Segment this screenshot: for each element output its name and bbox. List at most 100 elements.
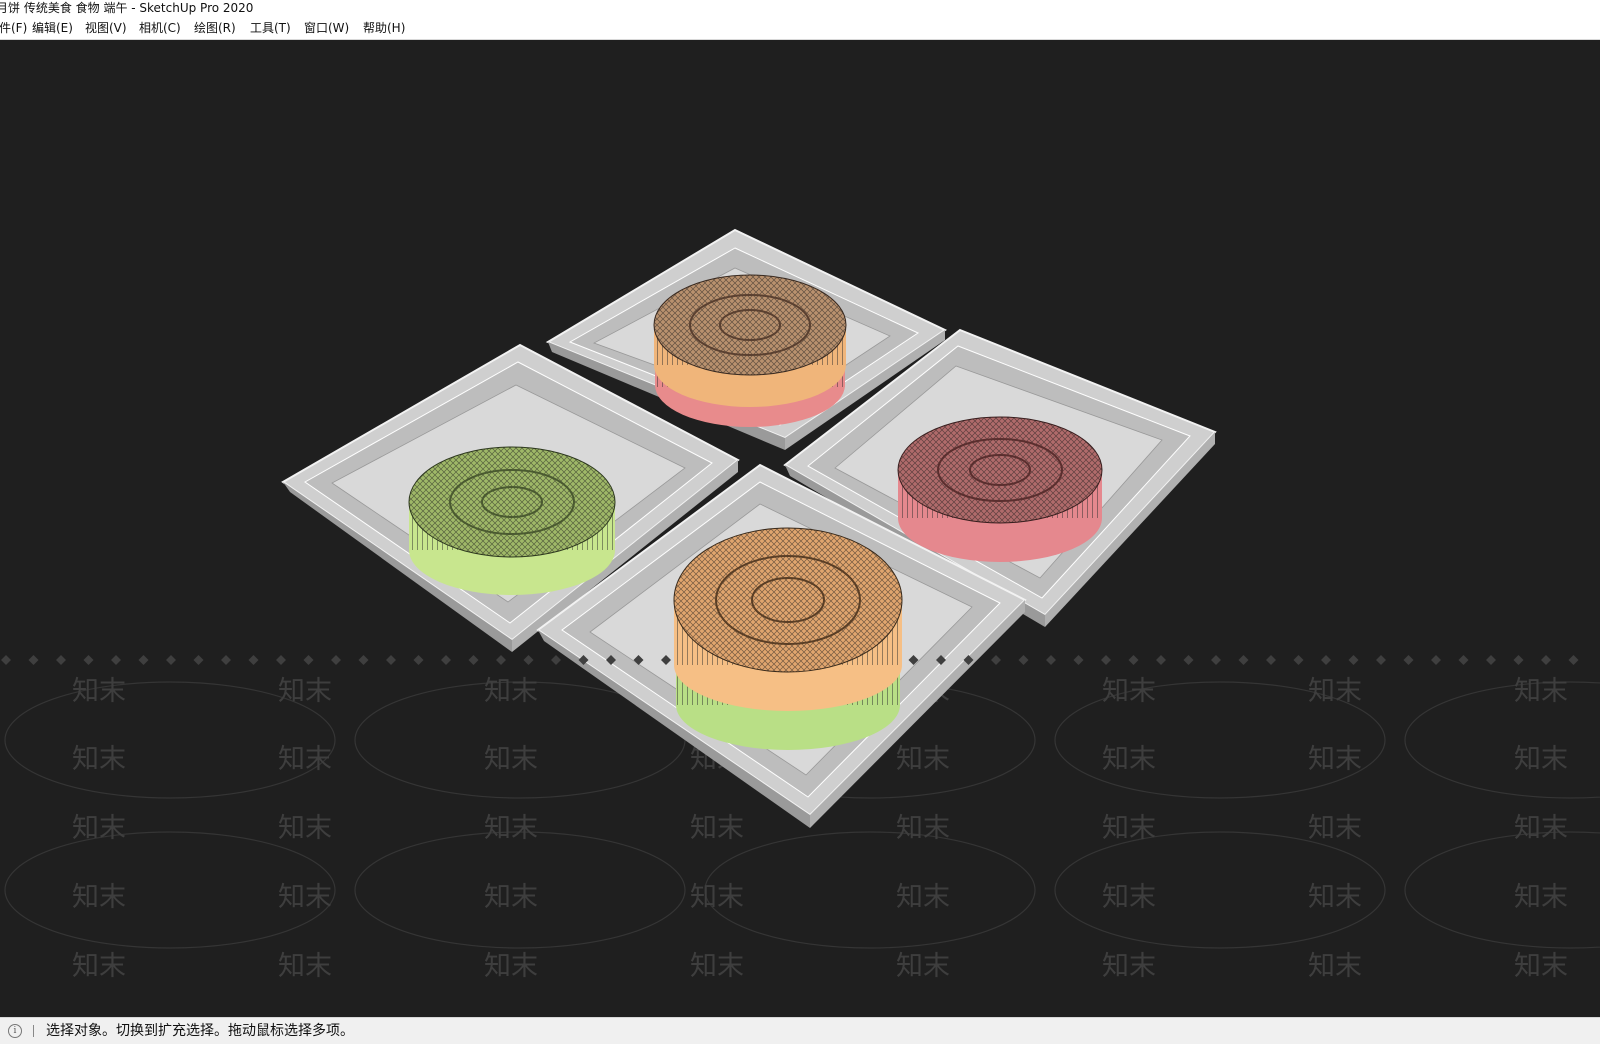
band-dot	[1266, 655, 1276, 665]
band-dot	[1293, 655, 1304, 665]
status-separator	[33, 1025, 34, 1037]
watermark-text: 知末	[1308, 744, 1362, 775]
menu-window[interactable]: 窗口(W)	[303, 17, 350, 39]
watermark-text: 知末	[1514, 951, 1568, 982]
status-text: 选择对象。切换到扩充选择。拖动鼠标选择多项。	[46, 1023, 354, 1039]
watermark-text: 知末	[896, 951, 950, 982]
band-dot	[276, 655, 286, 665]
band-dot	[1073, 655, 1084, 665]
mooncake-bottom	[673, 527, 903, 750]
watermark-text: 知末	[72, 676, 126, 707]
watermark-text: 知末	[278, 676, 332, 707]
band-dot	[413, 655, 424, 665]
watermark-ellipse	[1404, 831, 1600, 949]
band-dot	[1, 655, 11, 665]
watermark-text: 知末	[1102, 744, 1156, 775]
band-dot	[468, 655, 479, 665]
watermark-text: 知末	[1308, 813, 1362, 844]
band-dot	[1376, 655, 1386, 665]
watermark-text: 知末	[278, 813, 332, 844]
band-dot	[1183, 655, 1194, 665]
band-dot	[1486, 655, 1496, 665]
title-bar: 月饼 传统美食 食物 端午 - SketchUp Pro 2020	[0, 0, 1600, 17]
band-dot	[358, 655, 369, 665]
watermark-ellipse	[704, 831, 1036, 949]
mooncake-top	[653, 274, 847, 427]
band-dot	[1046, 655, 1056, 665]
info-icon[interactable]: i	[8, 1024, 22, 1038]
band-dot	[991, 655, 1001, 665]
watermark-text: 知末	[1308, 951, 1362, 982]
mooncake-right	[897, 416, 1103, 562]
watermark-text: 知末	[896, 813, 950, 844]
band-dot	[551, 655, 561, 665]
band-dot	[1238, 655, 1249, 665]
status-bar: i 选择对象。切换到扩充选择。拖动鼠标选择多项。	[0, 1017, 1600, 1044]
band-dot	[83, 655, 94, 665]
band-dot	[248, 655, 259, 665]
band-dot	[386, 655, 396, 665]
band-dot	[1321, 655, 1331, 665]
menu-bar: 件(F) 编辑(E) 视图(V) 相机(C) 绘图(R) 工具(T) 窗口(W)…	[0, 17, 1600, 40]
band-dot	[1568, 655, 1579, 665]
watermark-text: 知末	[690, 882, 744, 913]
watermark-ellipse	[1404, 681, 1600, 799]
band-dot	[523, 655, 534, 665]
watermark-text: 知末	[1102, 951, 1156, 982]
band-dot	[496, 655, 506, 665]
band-dot	[166, 655, 176, 665]
band-dot	[1513, 655, 1524, 665]
watermark-text: 知末	[484, 813, 538, 844]
watermark-text: 知末	[484, 676, 538, 707]
band-dot	[1458, 655, 1469, 665]
band-dot	[1128, 655, 1139, 665]
watermark-text: 知末	[1308, 882, 1362, 913]
watermark-text: 知末	[72, 882, 126, 913]
band-dot	[56, 655, 66, 665]
menu-file[interactable]: 件(F)	[0, 17, 28, 39]
band-dot	[1101, 655, 1111, 665]
band-dot	[28, 655, 39, 665]
band-dot	[441, 655, 451, 665]
band-dot	[1541, 655, 1551, 665]
watermark-text: 知末	[690, 813, 744, 844]
watermark-text: 知末	[72, 813, 126, 844]
watermark-text: 知末	[1308, 676, 1362, 707]
watermark-text: 知末	[484, 744, 538, 775]
menu-camera[interactable]: 相机(C)	[138, 17, 182, 39]
watermark-text: 知末	[1514, 744, 1568, 775]
band-dot	[1431, 655, 1441, 665]
menu-help[interactable]: 帮助(H)	[362, 17, 406, 39]
watermark-text: 知末	[1102, 813, 1156, 844]
band-dot	[1156, 655, 1166, 665]
band-dot	[221, 655, 231, 665]
watermark-text: 知末	[1514, 813, 1568, 844]
watermark-text: 知末	[484, 951, 538, 982]
mooncake-left	[408, 446, 616, 595]
watermark-text: 知末	[72, 744, 126, 775]
watermark-text: 知末	[72, 951, 126, 982]
watermark-text: 知末	[1102, 882, 1156, 913]
watermark-text: 知末	[1102, 676, 1156, 707]
band-dot	[1018, 655, 1029, 665]
model-viewport[interactable]: 知末 知末 知末 知末 知末 知末 知末 知末 知末 知末 知末 知末 知末 知末 知末 知末 知末 知末 知末 知末…	[0, 40, 1600, 1017]
watermark-text: 知末	[278, 744, 332, 775]
band-dot	[111, 655, 121, 665]
band-dot	[331, 655, 341, 665]
watermark-text: 知末	[278, 951, 332, 982]
watermark-text: 知末	[690, 951, 744, 982]
band-dot	[303, 655, 314, 665]
watermark-text: 知末	[896, 744, 950, 775]
watermark-text: 知末	[278, 882, 332, 913]
window-title: 月饼 传统美食 食物 端午 - SketchUp Pro 2020	[0, 1, 254, 15]
band-dot	[193, 655, 204, 665]
menu-draw[interactable]: 绘图(R)	[193, 17, 237, 39]
menu-tools[interactable]: 工具(T)	[249, 17, 292, 39]
menu-view[interactable]: 视图(V)	[84, 17, 128, 39]
band-dot	[138, 655, 149, 665]
watermark-text: 知末	[1514, 676, 1568, 707]
band-dot	[1348, 655, 1359, 665]
watermark-text: 知末	[1514, 882, 1568, 913]
menu-edit[interactable]: 编辑(E)	[31, 17, 74, 39]
watermark-text: 知末	[484, 882, 538, 913]
